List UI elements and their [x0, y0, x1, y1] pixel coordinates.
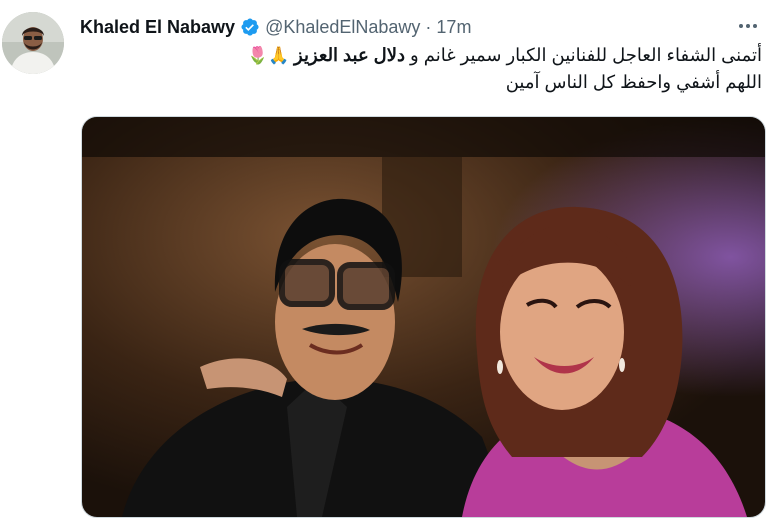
author-name[interactable]: Khaled El Nabawy — [80, 17, 235, 38]
photo-image — [82, 117, 765, 517]
tweet-photo[interactable] — [81, 116, 766, 518]
pray-tulip-emoji: 🙏🌷 — [246, 46, 295, 65]
avatar-photo — [2, 12, 64, 74]
tweet-text-line-2: اللهم أشفي واحفظ كل الناس آمين — [505, 72, 762, 92]
tweet-text-line-1: أتمنى الشفاء العاجل للفنانين الكبار سمير… — [122, 42, 762, 69]
tweet-text: أتمنى الشفاء العاجل للفنانين الكبار سمير… — [122, 42, 762, 96]
tweet-card[interactable]: Khaled El Nabawy @KhaledElNabawy · 17m أ… — [0, 0, 780, 518]
verified-badge-icon — [240, 17, 260, 37]
author-handle[interactable]: @KhaledElNabawy — [265, 17, 420, 38]
separator-dot: · — [425, 16, 432, 37]
timestamp[interactable]: 17m — [436, 17, 471, 38]
tweet-header: Khaled El Nabawy @KhaledElNabawy · 17m — [80, 14, 471, 40]
more-options-icon[interactable] — [734, 14, 762, 38]
tweet-text-bold: دلال عبد العزيز — [294, 45, 406, 65]
avatar[interactable] — [2, 12, 64, 74]
tweet-text-plain: أتمنى الشفاء العاجل للفنانين الكبار سمير… — [405, 45, 762, 65]
